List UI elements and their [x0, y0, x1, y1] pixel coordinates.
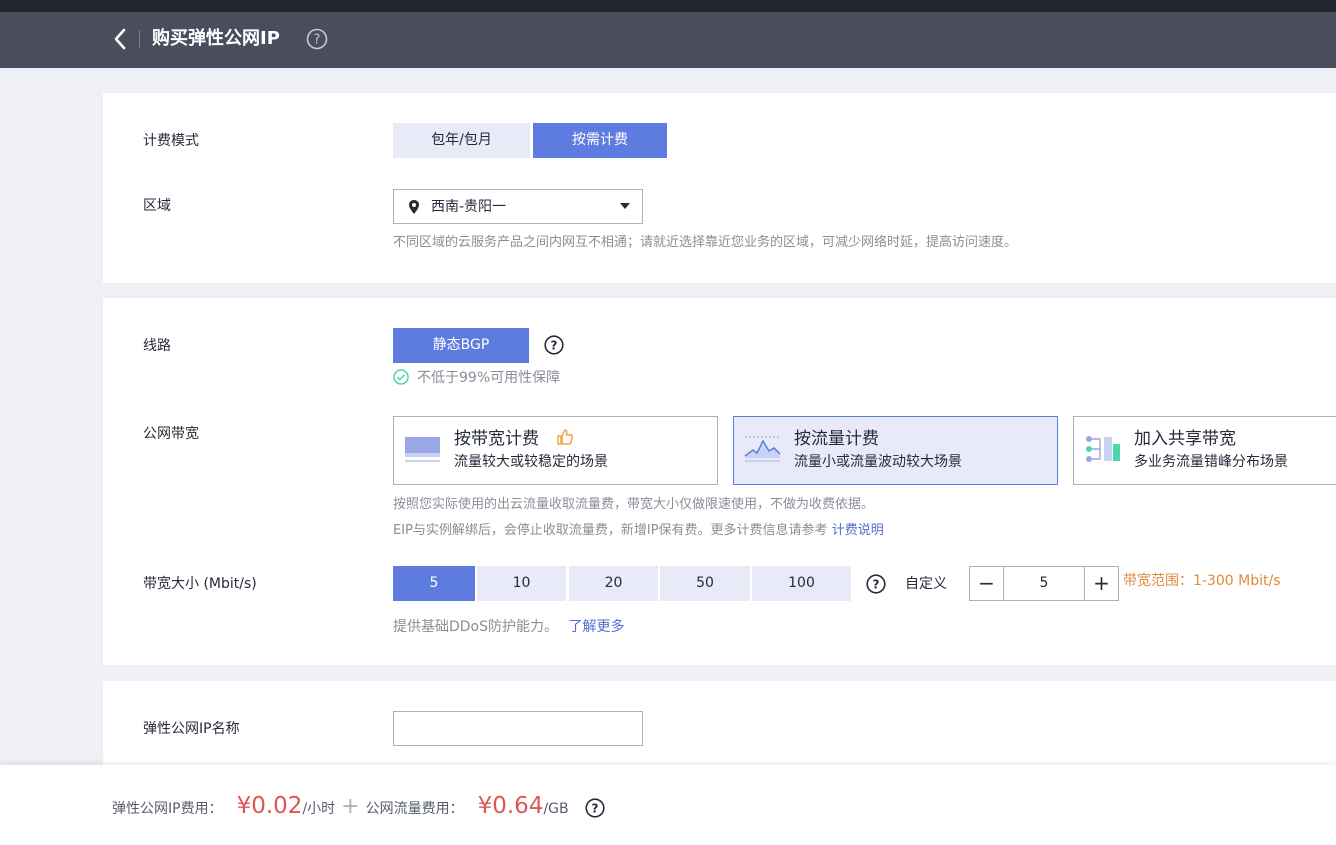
eip-name-label: 弹性公网IP名称 — [143, 721, 240, 737]
traffic-fee-unit: /GB — [543, 801, 569, 817]
help-icon[interactable]: ? — [866, 574, 886, 594]
billing-description-link[interactable]: 计费说明 — [832, 523, 884, 538]
eip-name-input[interactable] — [393, 711, 643, 746]
region-select-value: 西南-贵阳一 — [431, 199, 507, 215]
svg-text:?: ? — [873, 578, 880, 592]
option-desc: 多业务流量错峰分布场景 — [1134, 454, 1288, 470]
page-title: 购买弹性公网IP — [152, 28, 280, 49]
ddos-hint: 提供基础DDoS防护能力。 了解更多 — [393, 618, 624, 636]
size-option-5[interactable]: 5 — [393, 566, 475, 601]
billing-yearly-monthly-button[interactable]: 包年/包月 — [393, 123, 530, 158]
billing-region-card: 计费模式 包年/包月 按需计费 区域 西南-贵阳一 不同区域的云服务产品之间内网… — [103, 93, 1336, 283]
thumbs-up-icon — [557, 429, 574, 445]
option-title: 按带宽计费 — [454, 429, 539, 449]
bandwidth-range: 带宽范围：1-300 Mbit/s — [1123, 573, 1281, 589]
browser-top-strip — [0, 0, 1336, 12]
svg-text:?: ? — [591, 802, 598, 816]
shared-bandwidth-option[interactable]: 加入共享带宽 多业务流量错峰分布场景 — [1073, 416, 1336, 485]
chevron-down-icon — [620, 203, 630, 209]
location-pin-icon — [409, 200, 419, 214]
plus-sign: + — [341, 794, 360, 819]
bandwidth-hint: 按照您实际使用的出云流量收取流量费，带宽大小仅做限速使用，不做为收费依据。 — [393, 497, 875, 512]
size-option-10[interactable]: 10 — [477, 566, 566, 601]
size-option-50[interactable]: 50 — [660, 566, 750, 601]
svg-text:?: ? — [314, 33, 321, 48]
learn-more-link[interactable]: 了解更多 — [568, 619, 624, 635]
back-arrow-icon[interactable] — [110, 26, 132, 52]
billing-mode-label: 计费模式 — [143, 133, 199, 149]
bandwidth-billing-option[interactable]: 按带宽计费 流量较大或较稳定的场景 — [393, 416, 718, 485]
network-card: 线路 静态BGP ? 不低于99%可用性保障 公网带宽 按带宽计费 流量较大或较… — [103, 298, 1336, 665]
decrement-button[interactable]: − — [970, 567, 1004, 600]
ip-fee-price: ¥0.02 — [236, 793, 303, 819]
option-title: 加入共享带宽 — [1134, 429, 1236, 449]
option-desc: 流量较大或较稳定的场景 — [454, 454, 608, 470]
help-icon[interactable]: ? — [585, 798, 605, 818]
bandwidth-input[interactable] — [1004, 567, 1084, 600]
region-hint: 不同区域的云服务产品之间内网互不相通；请就近选择靠近您业务的区域，可减少网络时延… — [393, 235, 1018, 250]
region-label: 区域 — [143, 198, 171, 214]
custom-label: 自定义 — [905, 576, 947, 592]
size-option-20[interactable]: 20 — [569, 566, 658, 601]
bandwidth-hint-2: EIP与实例解绑后，会停止收取流量费，新增IP保有费。更多计费信息请参考 计费说… — [393, 522, 884, 540]
help-icon[interactable]: ? — [306, 28, 328, 50]
increment-button[interactable]: + — [1084, 567, 1118, 600]
shared-bandwidth-icon — [1086, 436, 1120, 462]
option-desc: 流量小或流量波动较大场景 — [794, 454, 962, 470]
price-footer: 弹性公网IP费用： ¥0.02 /小时 + 公网流量费用： ¥0.64 /GB … — [0, 765, 1336, 845]
static-bgp-button[interactable]: 静态BGP — [393, 328, 529, 363]
line-label: 线路 — [143, 338, 171, 354]
check-circle-icon — [393, 369, 409, 385]
availability-guarantee: 不低于99%可用性保障 — [417, 370, 561, 386]
bandwidth-chart-icon — [405, 437, 440, 462]
traffic-wave-icon — [744, 436, 781, 462]
region-select[interactable]: 西南-贵阳一 — [393, 189, 643, 224]
size-option-100[interactable]: 100 — [752, 566, 851, 601]
traffic-fee-label: 公网流量费用： — [365, 801, 464, 817]
bandwidth-size-label: 带宽大小 (Mbit/s) — [143, 576, 257, 592]
help-icon[interactable]: ? — [544, 335, 564, 355]
traffic-billing-option[interactable]: 按流量计费 流量小或流量波动较大场景 — [733, 416, 1058, 485]
billing-on-demand-button[interactable]: 按需计费 — [533, 123, 667, 158]
ip-fee-unit: /小时 — [302, 801, 336, 817]
ip-fee-label: 弹性公网IP费用： — [112, 801, 223, 817]
option-title: 按流量计费 — [794, 429, 879, 449]
price-summary: 弹性公网IP费用： ¥0.02 /小时 + 公网流量费用： ¥0.64 /GB … — [112, 793, 605, 823]
header-divider — [139, 30, 140, 48]
page-header: 购买弹性公网IP ? — [0, 12, 1336, 68]
traffic-fee-price: ¥0.64 — [477, 793, 544, 819]
bandwidth-label: 公网带宽 — [143, 426, 199, 442]
bandwidth-stepper: − + — [969, 566, 1119, 601]
bandwidth-hint-2-text: EIP与实例解绑后，会停止收取流量费，新增IP保有费。更多计费信息请参考 — [393, 523, 828, 538]
svg-text:?: ? — [551, 339, 558, 353]
ddos-hint-text: 提供基础DDoS防护能力。 — [393, 619, 559, 635]
